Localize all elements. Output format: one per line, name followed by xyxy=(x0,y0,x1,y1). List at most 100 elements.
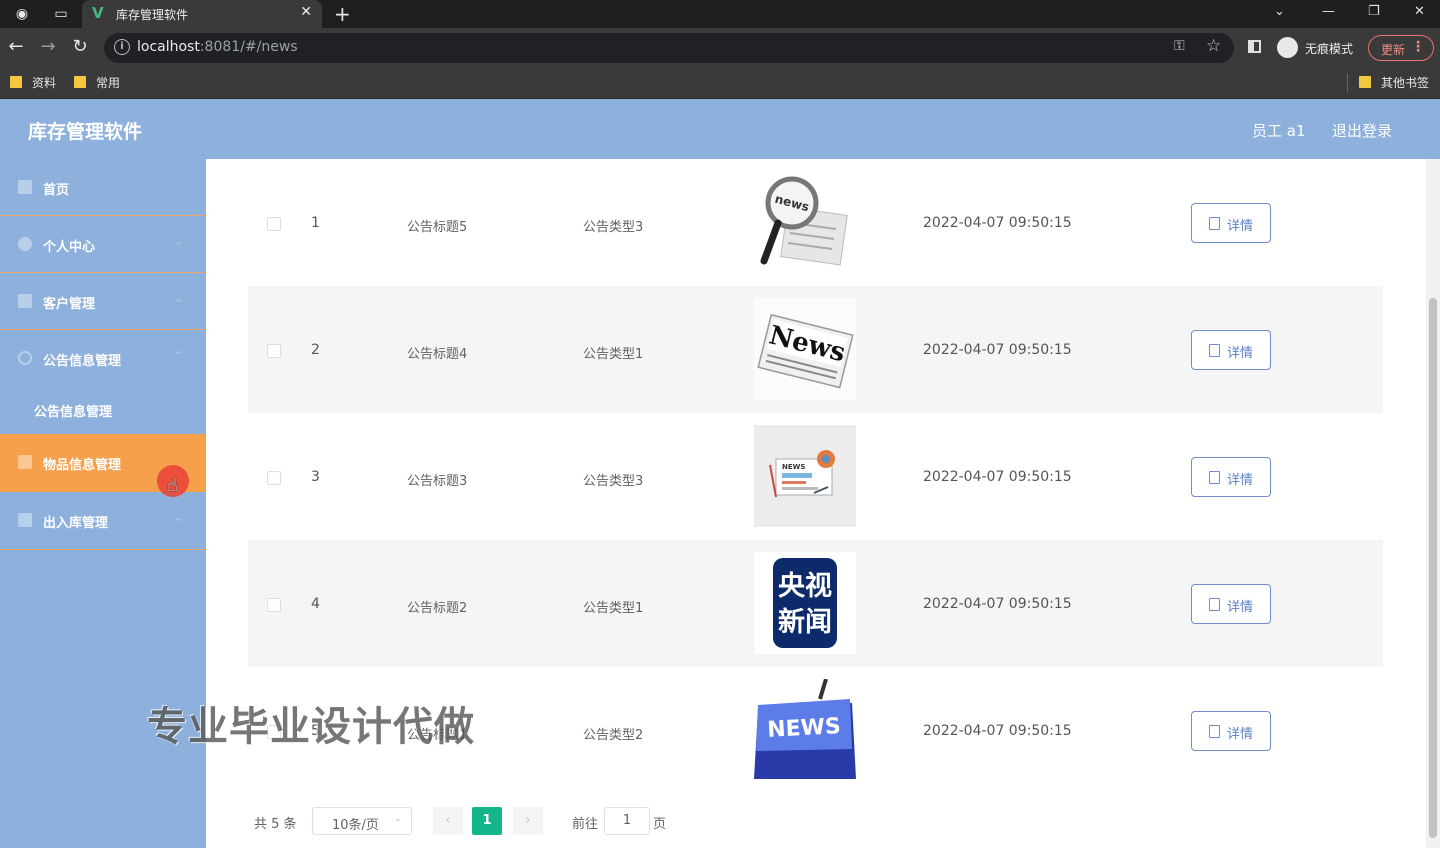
sidebar-subitem-notice-management[interactable]: 公告信息管理 xyxy=(0,386,206,434)
close-window-icon[interactable]: ✕ xyxy=(1414,4,1425,19)
detail-label: 详情 xyxy=(1227,346,1254,361)
table-row: 1 公告标题5 公告类型3 news 2022-04-07 09:50:15 详… xyxy=(248,159,1383,286)
chevron-down-icon: ⌄ xyxy=(174,292,184,305)
row-index: 2 xyxy=(311,342,320,358)
row-type: 公告类型3 xyxy=(583,474,644,489)
home-icon xyxy=(18,180,32,194)
bookmark-separator xyxy=(1347,74,1348,92)
row-time: 2022-04-07 09:50:15 xyxy=(923,215,1072,231)
total-count: 共 5 条 xyxy=(254,817,297,832)
bookmark-label: 资料 xyxy=(32,76,57,90)
sidebar-item-customers[interactable]: 客户管理 ⌄ xyxy=(0,273,206,330)
reload-icon[interactable]: ↻ xyxy=(69,36,91,57)
sidebar-item-stock-io[interactable]: 出入库管理 ⌄ xyxy=(0,492,206,550)
folder-icon xyxy=(74,76,86,88)
update-button[interactable]: 更新 ⋮ xyxy=(1368,35,1434,61)
detail-button[interactable]: 详情 xyxy=(1191,584,1271,624)
folder-icon xyxy=(10,76,22,88)
row-checkbox[interactable] xyxy=(267,598,281,612)
new-tab-icon[interactable]: + xyxy=(334,2,351,26)
bookmarks-bar: 资料 常用 其他书签 xyxy=(0,68,1440,99)
bell-icon xyxy=(18,351,32,365)
current-page-button[interactable]: 1 xyxy=(472,807,502,835)
row-time: 2022-04-07 09:50:15 xyxy=(923,596,1072,612)
row-checkbox[interactable] xyxy=(267,217,281,231)
row-checkbox[interactable] xyxy=(267,344,281,358)
chevron-down-icon: ⌄ xyxy=(174,235,184,248)
page-size-select[interactable]: 10条/页 ⌄ xyxy=(312,807,412,835)
row-title: 公告标题2 xyxy=(407,601,468,616)
tab-close-icon[interactable]: ✕ xyxy=(300,4,312,20)
svg-text:NEWS: NEWS xyxy=(767,714,842,743)
browser-tab[interactable]: V 库存管理软件 ✕ xyxy=(82,0,322,28)
page-unit-label: 页 xyxy=(653,817,667,832)
current-user[interactable]: 员工 a1 xyxy=(1252,120,1306,141)
warehouse-icon xyxy=(18,513,32,527)
svg-text:新闻: 新闻 xyxy=(778,606,832,638)
row-type: 公告类型1 xyxy=(583,601,644,616)
document-icon xyxy=(1209,598,1220,611)
bookmark-folder-ziliao[interactable]: 资料 xyxy=(10,74,70,92)
password-key-icon[interactable]: ⚿ xyxy=(1174,38,1185,54)
document-icon xyxy=(1209,217,1220,230)
back-icon[interactable]: ← xyxy=(5,36,27,57)
detail-button[interactable]: 详情 xyxy=(1191,711,1271,751)
tab-list-icon[interactable]: ⌄ xyxy=(1274,4,1285,19)
document-icon xyxy=(1209,725,1220,738)
sidebar-item-label: 首页 xyxy=(43,183,70,198)
sidebar-item-label: 出入库管理 xyxy=(43,516,109,531)
goto-label: 前往 xyxy=(572,817,599,832)
bookmark-folder-changyong[interactable]: 常用 xyxy=(74,74,134,92)
row-title: 公告标题3 xyxy=(407,474,468,489)
app-title: 库存管理软件 xyxy=(28,121,143,143)
pagination: 共 5 条 10条/页 ⌄ ‹ 1 › 前往 1 页 xyxy=(254,807,754,835)
address-bar: ← → ↻ i localhost:8081/#/news ⚿ ☆ 无痕模式 更… xyxy=(0,28,1440,68)
sidebar-item-label: 公告信息管理 xyxy=(43,354,122,369)
bookmark-star-icon[interactable]: ☆ xyxy=(1206,36,1221,56)
goto-page-input[interactable]: 1 xyxy=(604,807,650,835)
detail-button[interactable]: 详情 xyxy=(1191,457,1271,497)
restore-icon[interactable]: ❐ xyxy=(1368,4,1380,19)
url-field[interactable]: i localhost:8081/#/news ⚿ ☆ xyxy=(104,33,1234,63)
forward-icon[interactable]: → xyxy=(37,36,59,57)
minimize-icon[interactable]: — xyxy=(1322,4,1335,19)
logout-link[interactable]: 退出登录 xyxy=(1332,120,1392,141)
sidebar-item-label: 个人中心 xyxy=(43,240,96,255)
sidebar-item-personal-center[interactable]: 个人中心 ⌄ xyxy=(0,216,206,273)
row-time: 2022-04-07 09:50:15 xyxy=(923,723,1072,739)
prev-page-button[interactable]: ‹ xyxy=(433,807,463,835)
vue-logo-icon: V xyxy=(92,4,104,22)
tab-search-icon[interactable]: ▭ xyxy=(51,4,71,24)
row-type: 公告类型1 xyxy=(583,347,644,362)
row-index: 1 xyxy=(311,215,320,231)
detail-button[interactable]: 详情 xyxy=(1191,203,1271,243)
folder-icon xyxy=(1359,76,1371,88)
next-page-button[interactable]: › xyxy=(513,807,543,835)
browser-menu-icon[interactable]: ◉ xyxy=(12,4,32,24)
news-magnifier-image: news xyxy=(754,171,856,273)
detail-label: 详情 xyxy=(1227,219,1254,234)
more-menu-icon: ⋮ xyxy=(1411,39,1425,55)
sidebar-item-home[interactable]: 首页 xyxy=(0,159,206,216)
sidebar-item-label: 客户管理 xyxy=(43,297,96,312)
goods-icon xyxy=(18,455,32,469)
other-bookmarks[interactable]: 其他书签 xyxy=(1359,74,1435,92)
chevron-down-icon: ⌄ xyxy=(393,813,402,824)
detail-label: 详情 xyxy=(1227,727,1254,742)
detail-label: 详情 xyxy=(1227,600,1254,615)
scrollbar-thumb[interactable] xyxy=(1429,298,1437,838)
svg-text:NEWS: NEWS xyxy=(782,463,805,471)
sidebar-item-notices[interactable]: 公告信息管理 ⌃ xyxy=(0,330,206,387)
svg-text:央视: 央视 xyxy=(778,571,832,602)
row-checkbox[interactable] xyxy=(267,471,281,485)
cctv-news-image: 央视 新闻 xyxy=(754,552,856,654)
table-row: 4 公告标题2 公告类型1 央视 新闻 2022-04-07 09:50:15 … xyxy=(248,540,1383,667)
detail-button[interactable]: 详情 xyxy=(1191,330,1271,370)
app-header: 库存管理软件 员工 a1 退出登录 xyxy=(0,99,1440,159)
bookmark-label: 其他书签 xyxy=(1381,76,1430,90)
side-panel-icon[interactable] xyxy=(1248,40,1261,53)
tab-title: 库存管理软件 xyxy=(116,8,189,22)
detail-label: 详情 xyxy=(1227,473,1254,488)
row-title: 公告标题4 xyxy=(407,347,468,362)
site-info-icon[interactable]: i xyxy=(114,39,130,55)
